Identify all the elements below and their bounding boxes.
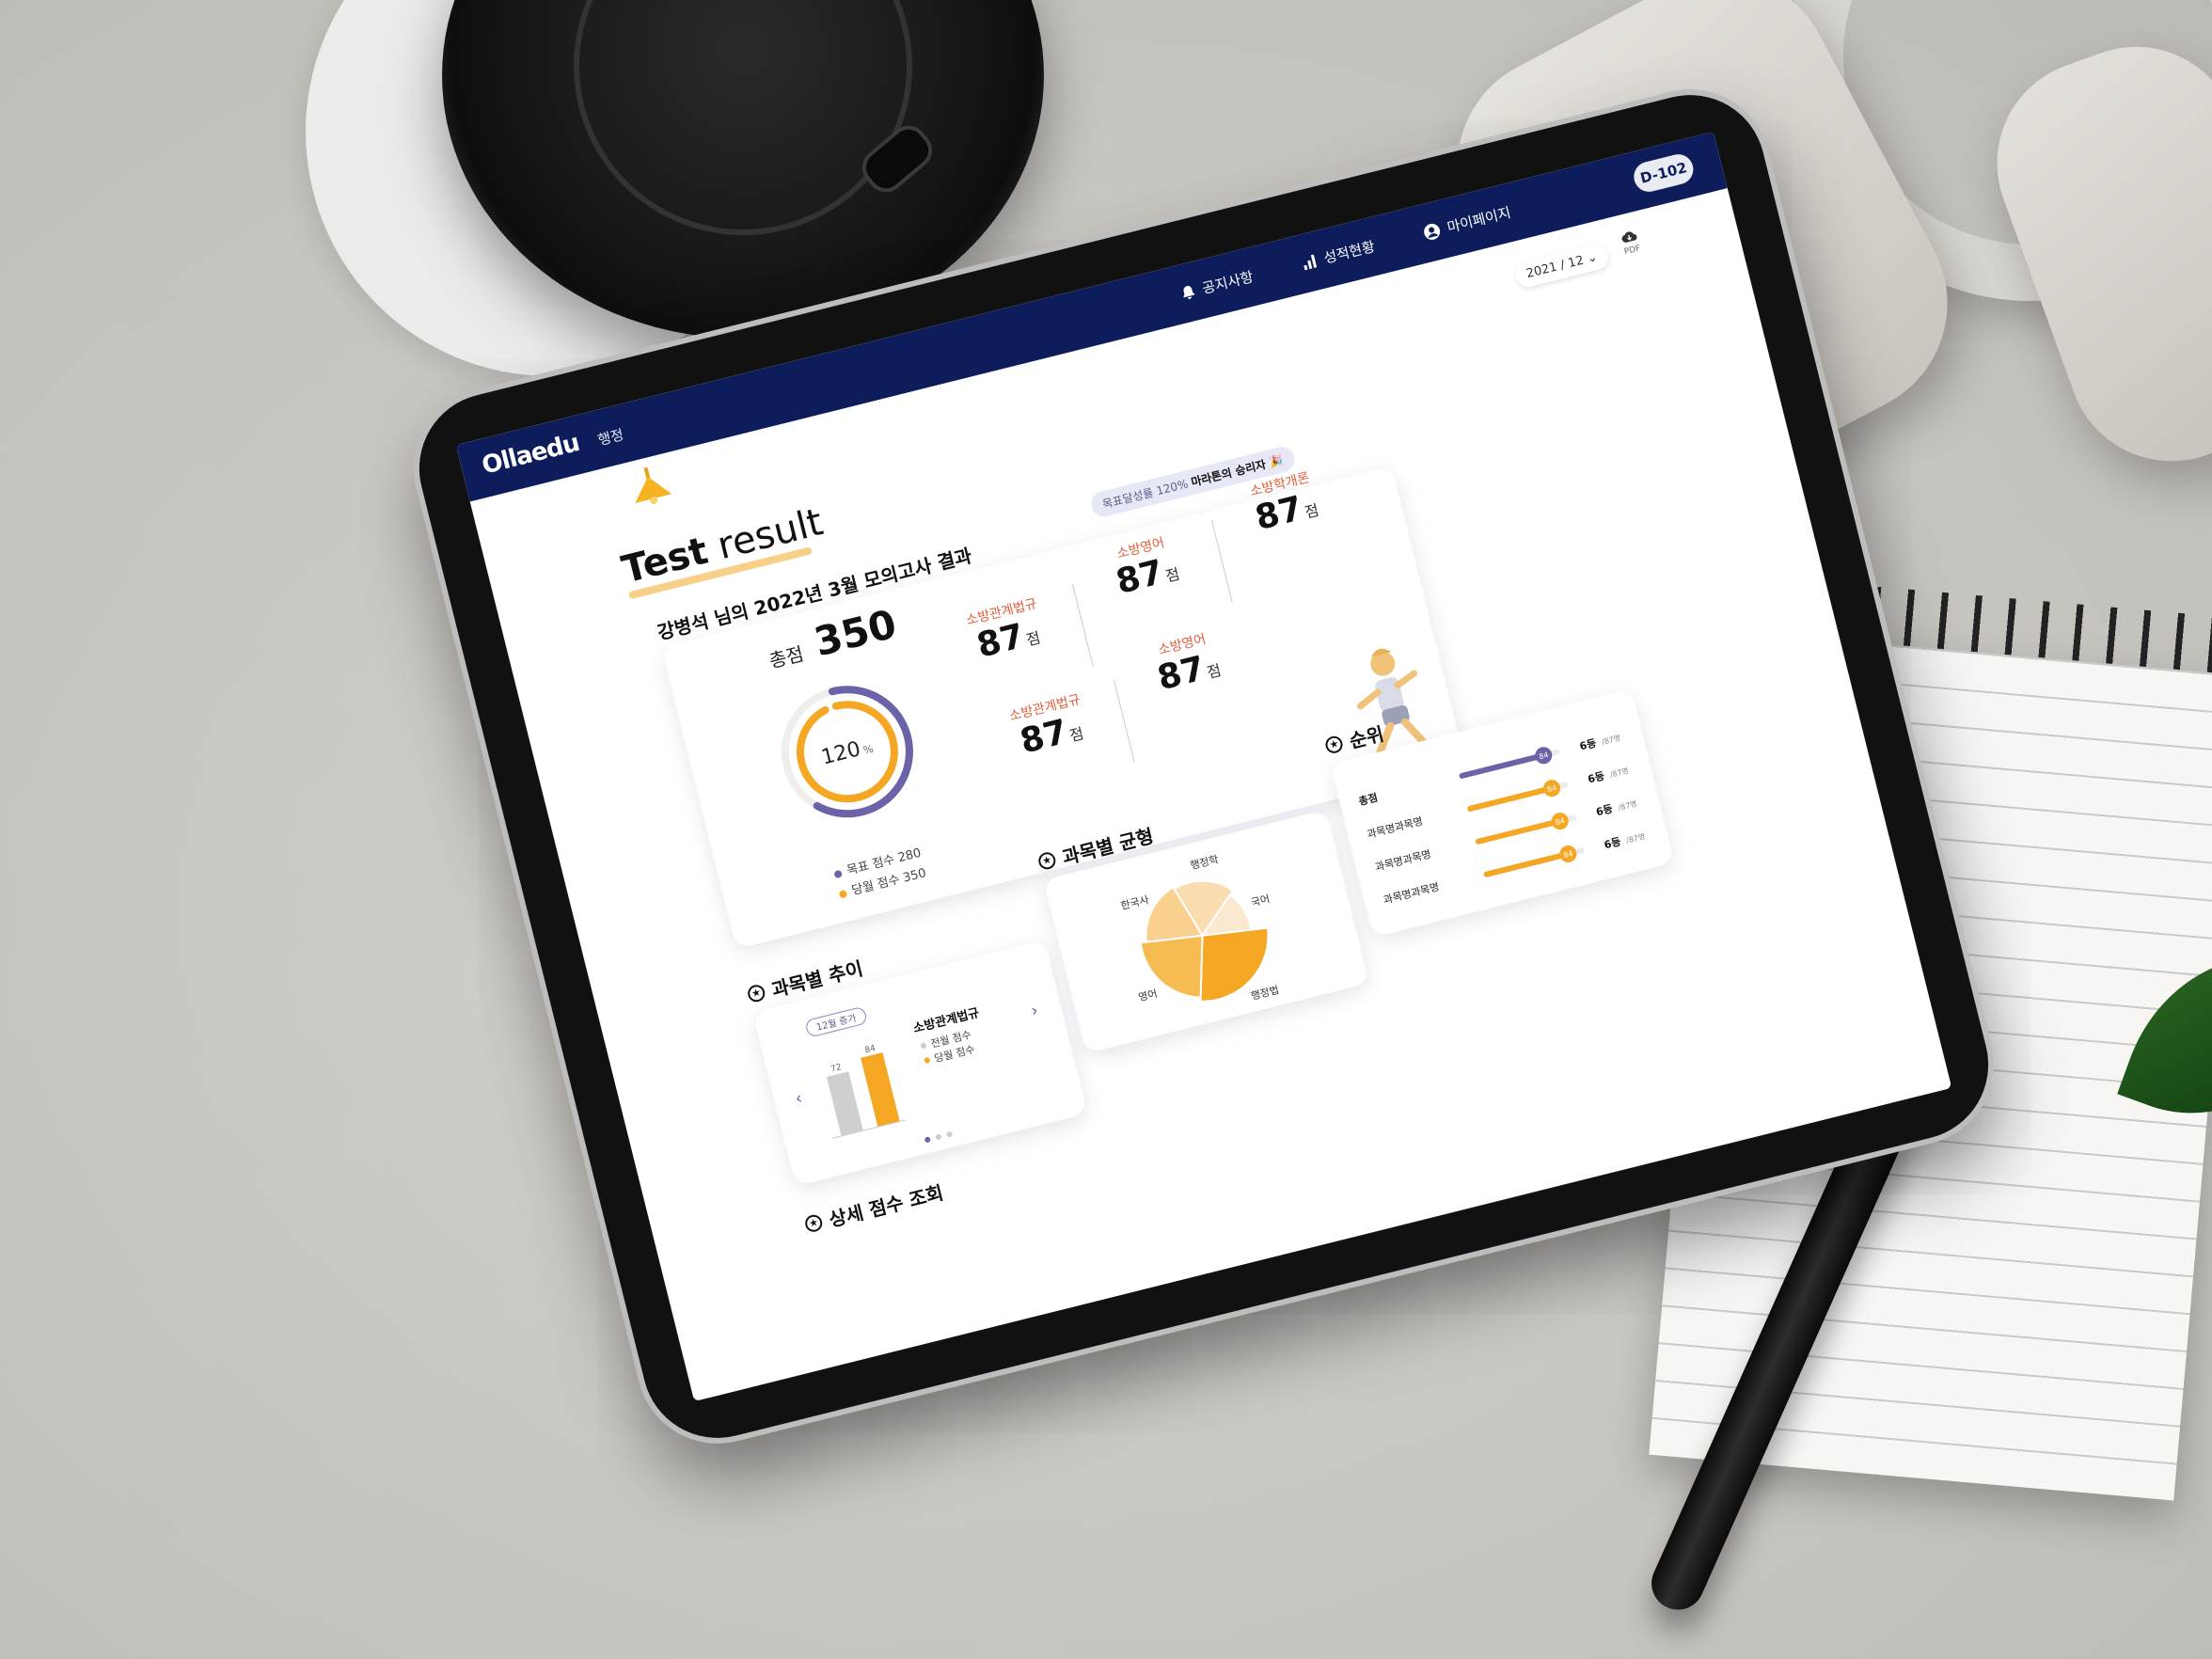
pie-label: 국어 bbox=[1250, 893, 1272, 909]
carousel-dot-active[interactable] bbox=[924, 1136, 931, 1143]
brand-logo[interactable]: Ollaedu bbox=[479, 429, 581, 481]
divider bbox=[1210, 520, 1233, 603]
subject-unit: 점 bbox=[1205, 660, 1224, 682]
total-score: 350 bbox=[809, 600, 901, 666]
total-label: 총점 bbox=[766, 641, 806, 673]
chevron-left-icon[interactable]: ‹ bbox=[793, 1088, 804, 1109]
section-detail-heading: ★ 상세 점수 조회 bbox=[802, 1177, 946, 1239]
user-icon bbox=[1424, 223, 1441, 240]
star-icon: ★ bbox=[1036, 849, 1058, 871]
carousel-dot[interactable] bbox=[946, 1130, 953, 1138]
star-icon: ★ bbox=[1323, 734, 1345, 755]
subject-score: 소방영어 87점 bbox=[1083, 525, 1207, 608]
page-title: Test result bbox=[618, 500, 828, 592]
pdf-download-button[interactable]: PDF bbox=[1617, 228, 1645, 258]
star-icon: ★ bbox=[746, 982, 767, 1003]
rank-total: /87명 bbox=[1625, 831, 1646, 845]
curr-bar bbox=[861, 1052, 900, 1128]
rank-fill bbox=[1475, 818, 1560, 845]
subject-score: 소방관계법규 87점 bbox=[988, 685, 1111, 767]
chevron-right-icon[interactable]: › bbox=[1029, 1001, 1040, 1021]
lamp-icon bbox=[635, 466, 672, 505]
pie-label: 행정학 bbox=[1189, 853, 1220, 872]
chevron-down-icon: ⌄ bbox=[1585, 249, 1600, 267]
month-select-value: 2021 / 12 bbox=[1525, 253, 1586, 282]
rank-fill bbox=[1483, 851, 1569, 877]
pie-label: 영어 bbox=[1137, 988, 1159, 1004]
subject-score: 소방영어 87점 bbox=[1125, 622, 1248, 704]
subject-unit: 점 bbox=[1303, 500, 1321, 522]
subject-unit: 점 bbox=[1024, 628, 1043, 650]
main-nav: 공지사항 성적현황 마이페이지 bbox=[1178, 202, 1513, 304]
subject-score: 소방관계법규 87점 bbox=[944, 589, 1067, 672]
department-label: 행정 bbox=[595, 426, 626, 450]
donut-unit: % bbox=[862, 743, 875, 757]
rank-position: 6등 bbox=[1587, 769, 1605, 785]
pie-label: 행정법 bbox=[1250, 984, 1281, 1003]
rank-total: /87명 bbox=[1617, 798, 1637, 813]
rank-total: /87명 bbox=[1609, 766, 1630, 780]
divider bbox=[1071, 583, 1094, 667]
prev-bar bbox=[826, 1071, 863, 1136]
section-title: 상세 점수 조회 bbox=[827, 1180, 946, 1232]
carousel-dot[interactable] bbox=[935, 1133, 941, 1140]
goal-rate: 목표달성률 120% bbox=[1100, 477, 1190, 512]
bar-value-label: 72 bbox=[830, 1063, 843, 1074]
month-select[interactable]: 2021 / 12 ⌄ bbox=[1512, 242, 1612, 290]
donut-legend: 목표 점수 280 당월 점수 350 bbox=[832, 844, 929, 906]
rank-fill bbox=[1459, 752, 1544, 779]
divider bbox=[1114, 680, 1135, 763]
nav-label: 마이페이지 bbox=[1445, 203, 1513, 237]
rank-label: 과목명과목명 bbox=[1374, 848, 1432, 874]
rank-label: 총점 bbox=[1357, 791, 1379, 808]
bar-chart-icon bbox=[1303, 254, 1317, 270]
nav-label: 공지사항 bbox=[1200, 268, 1256, 297]
dday-badge: D-102 bbox=[1630, 150, 1697, 196]
subject-unit: 점 bbox=[1067, 724, 1086, 746]
nav-label: 성적현황 bbox=[1321, 237, 1377, 267]
rank-position: 6등 bbox=[1578, 737, 1597, 753]
subject-unit: 점 bbox=[1163, 564, 1182, 586]
rank-label: 과목명과목명 bbox=[1382, 880, 1441, 906]
nav-mypage[interactable]: 마이페이지 bbox=[1421, 202, 1512, 243]
bell-icon bbox=[1182, 285, 1194, 299]
cloud-download-icon bbox=[1621, 231, 1637, 243]
goal-donut-chart: 120 % bbox=[781, 686, 913, 818]
nav-grades[interactable]: 성적현황 bbox=[1300, 236, 1377, 274]
pdf-label: PDF bbox=[1623, 244, 1642, 258]
rank-position: 6등 bbox=[1595, 802, 1614, 818]
bar-value-label: 84 bbox=[864, 1044, 877, 1056]
donut-value: 120 bbox=[819, 737, 863, 769]
rank-fill bbox=[1467, 785, 1553, 812]
rank-position: 6등 bbox=[1603, 835, 1621, 851]
title-bold: Test bbox=[617, 529, 713, 592]
rank-total: /87명 bbox=[1601, 733, 1621, 747]
nav-notice[interactable]: 공지사항 bbox=[1178, 266, 1256, 304]
star-icon: ★ bbox=[803, 1212, 824, 1234]
rank-label: 과목명과목명 bbox=[1366, 815, 1424, 841]
pie-label: 한국사 bbox=[1119, 893, 1150, 912]
